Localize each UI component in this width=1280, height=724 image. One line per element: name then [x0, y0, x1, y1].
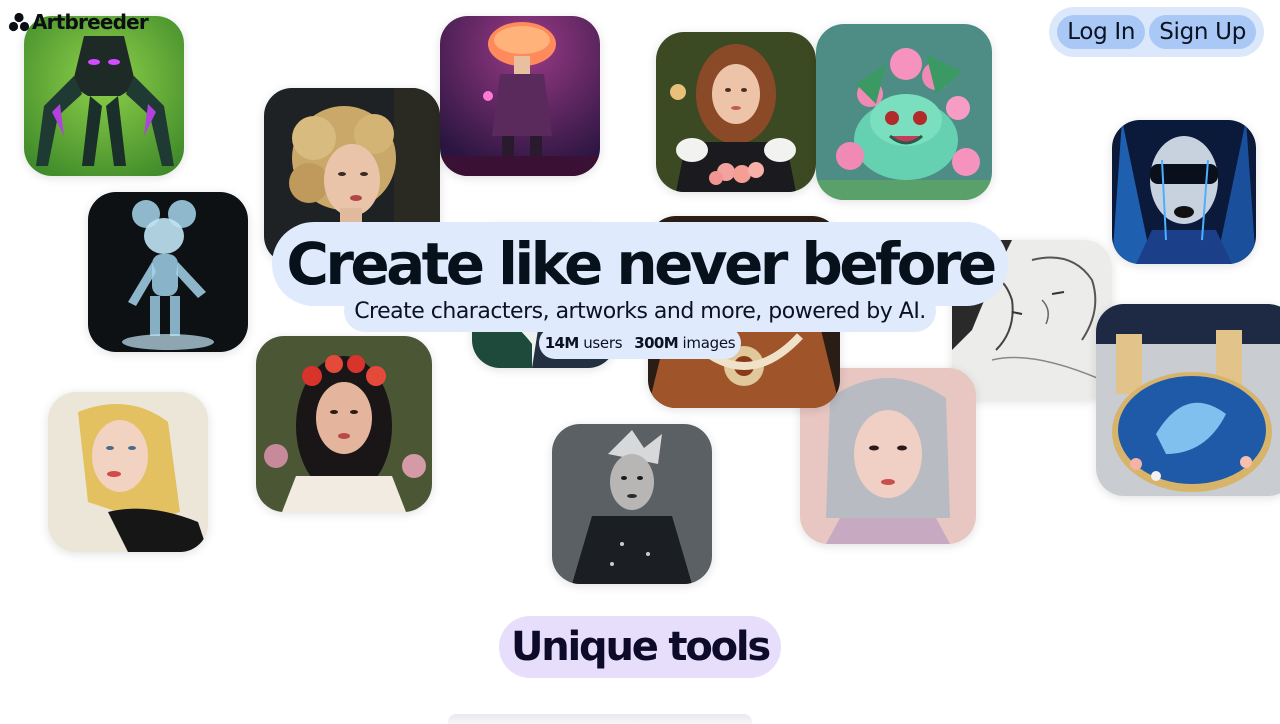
images-count: 300M: [634, 334, 679, 352]
hero-subtitle: Create characters, artworks and more, po…: [354, 298, 926, 324]
hero-subtitle-pill: Create characters, artworks and more, po…: [344, 290, 936, 332]
logo-text: Artbreeder: [32, 10, 149, 34]
mushroom-head-figure-artwork[interactable]: [440, 16, 600, 176]
login-button[interactable]: Log In: [1057, 15, 1146, 49]
flower-crown-woman-portrait[interactable]: [256, 336, 432, 512]
unique-tools-pill: Unique tools: [499, 616, 781, 678]
hero-title: Create like never before: [286, 230, 997, 298]
artbreeder-logo[interactable]: Artbreeder: [8, 10, 149, 34]
auth-button-group: Log In Sign Up: [1049, 7, 1264, 57]
images-stat: 300M images: [634, 334, 735, 352]
ocean-table-room-artwork[interactable]: [1096, 304, 1280, 496]
unique-tools-heading: Unique tools: [510, 624, 771, 670]
punk-woman-photo[interactable]: [552, 424, 712, 584]
blonde-woman-painting[interactable]: [48, 392, 208, 552]
artbreeder-logo-icon: [8, 12, 30, 32]
insect-creature-artwork[interactable]: [24, 16, 184, 176]
users-count: 14M: [544, 334, 580, 352]
users-label: users: [583, 334, 623, 352]
victorian-woman-portrait[interactable]: [656, 32, 816, 192]
stats-pill: 14M users 300M images: [539, 327, 741, 359]
dark-blue-face-artwork[interactable]: [1112, 120, 1256, 264]
signup-button[interactable]: Sign Up: [1149, 15, 1256, 49]
images-label: images: [682, 334, 736, 352]
users-stat: 14M users: [545, 334, 623, 352]
glass-mickey-mouse-artwork[interactable]: [88, 192, 248, 352]
tools-card-peek: [448, 714, 752, 724]
bulbasaur-flowers-artwork[interactable]: [816, 24, 992, 200]
